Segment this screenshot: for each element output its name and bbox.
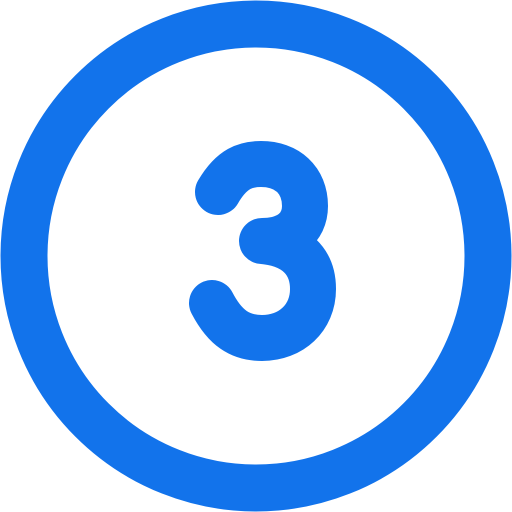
badge-svg (0, 0, 512, 512)
number-3-circle-icon (0, 0, 512, 512)
icon-canvas: 3 (0, 0, 512, 512)
digit-three-glyph (189, 141, 336, 361)
